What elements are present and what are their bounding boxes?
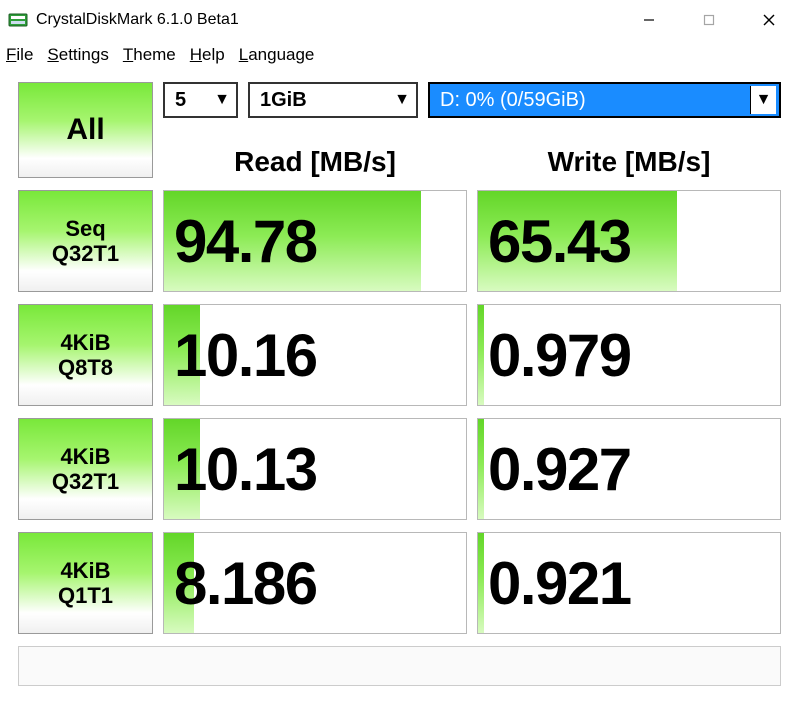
write-value: 65.43 — [478, 191, 780, 291]
menu-file[interactable]: File — [6, 45, 33, 65]
read-value: 8.186 — [164, 533, 466, 633]
read-value-box: 10.16 — [163, 304, 467, 406]
write-header: Write [MB/s] — [477, 134, 781, 182]
close-button[interactable] — [739, 0, 799, 40]
test-label-line1: 4KiB — [60, 558, 110, 583]
maximize-button[interactable] — [679, 0, 739, 40]
app-icon — [8, 10, 28, 30]
read-value-box: 8.186 — [163, 532, 467, 634]
write-value-box: 0.921 — [477, 532, 781, 634]
drive-value: D: 0% (0/59GiB) — [440, 89, 586, 112]
titlebar: CrystalDiskMark 6.1.0 Beta1 — [0, 0, 799, 40]
size-select[interactable]: 1GiB ▼ — [248, 82, 418, 118]
window-controls — [619, 0, 799, 40]
test-label-line1: Seq — [65, 216, 105, 241]
chevron-down-icon: ▼ — [394, 91, 410, 109]
menubar: File Settings Theme Help Language — [0, 40, 799, 70]
test-button-seq-q32t1[interactable]: SeqQ32T1 — [18, 190, 153, 292]
write-value: 0.921 — [478, 533, 780, 633]
menu-settings[interactable]: Settings — [47, 45, 108, 65]
bench-row: SeqQ32T194.7865.43 — [18, 190, 781, 292]
write-value-box: 0.979 — [477, 304, 781, 406]
write-value: 0.927 — [478, 419, 780, 519]
status-bar — [18, 646, 781, 686]
test-button-4kib-q1t1[interactable]: 4KiBQ1T1 — [18, 532, 153, 634]
menu-help[interactable]: Help — [190, 45, 225, 65]
read-value-box: 10.13 — [163, 418, 467, 520]
read-header: Read [MB/s] — [163, 134, 467, 182]
test-button-4kib-q32t1[interactable]: 4KiBQ32T1 — [18, 418, 153, 520]
size-value: 1GiB — [260, 89, 307, 112]
menu-theme[interactable]: Theme — [123, 45, 176, 65]
runs-value: 5 — [175, 89, 186, 112]
menu-language[interactable]: Language — [239, 45, 315, 65]
bench-row: 4KiBQ32T110.130.927 — [18, 418, 781, 520]
read-value: 94.78 — [164, 191, 466, 291]
read-value: 10.13 — [164, 419, 466, 519]
test-label-line1: 4KiB — [60, 444, 110, 469]
minimize-button[interactable] — [619, 0, 679, 40]
test-label-line1: 4KiB — [60, 330, 110, 355]
bench-row: 4KiBQ8T810.160.979 — [18, 304, 781, 406]
test-label-line2: Q8T8 — [58, 355, 113, 380]
test-button-4kib-q8t8[interactable]: 4KiBQ8T8 — [18, 304, 153, 406]
test-label-line2: Q32T1 — [52, 241, 119, 266]
bench-row: 4KiBQ1T18.1860.921 — [18, 532, 781, 634]
write-value-box: 65.43 — [477, 190, 781, 292]
read-value: 10.16 — [164, 305, 466, 405]
chevron-down-icon: ▼ — [214, 91, 230, 109]
drive-select[interactable]: D: 0% (0/59GiB) ▼ — [428, 82, 781, 118]
window-title: CrystalDiskMark 6.1.0 Beta1 — [36, 11, 619, 29]
write-value: 0.979 — [478, 305, 780, 405]
runs-select[interactable]: 5 ▼ — [163, 82, 238, 118]
test-label-line2: Q1T1 — [58, 583, 113, 608]
read-value-box: 94.78 — [163, 190, 467, 292]
chevron-down-icon: ▼ — [750, 86, 776, 114]
test-label-line2: Q32T1 — [52, 469, 119, 494]
write-value-box: 0.927 — [477, 418, 781, 520]
